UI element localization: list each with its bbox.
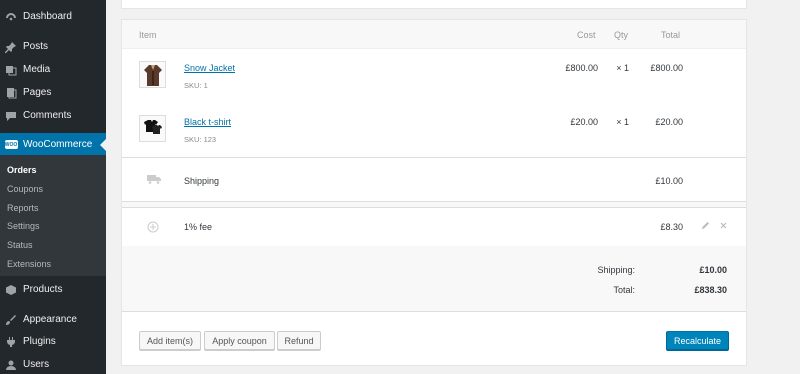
totals-shipping-value: £10.00 [699,265,727,275]
fee-total: £8.30 [660,222,683,232]
pencil-icon[interactable] [701,221,710,232]
menu-label: Products [23,284,63,295]
item-sku: SKU: 1 [184,81,208,90]
menu-label: Users [23,359,50,370]
submenu-status[interactable]: Status [7,240,33,250]
header-cost: Cost [577,30,596,40]
order-totals: Shipping: £10.00 Total: £838.30 [122,246,746,312]
menu-label: Appearance [23,314,77,325]
media-icon [0,64,22,76]
product-thumbnail-tshirt [139,115,166,142]
menu-label: Media [23,64,51,75]
recalculate-button[interactable]: Recalculate [666,331,729,350]
menu-posts[interactable]: Posts [0,35,106,58]
menu-products[interactable]: Products [0,278,106,301]
refund-button[interactable]: Refund [277,331,321,350]
menu-label: Pages [23,87,52,98]
close-icon[interactable] [719,221,728,232]
item-qty: × 1 [616,63,629,73]
item-sku: SKU: 123 [184,135,217,144]
item-qty: × 1 [616,117,629,127]
item-cost: £20.00 [570,117,598,127]
menu-dashboard[interactable]: Dashboard [0,5,106,28]
totals-total-value: £838.30 [694,285,727,295]
menu-woocommerce[interactable]: WOO WooCommerce [0,133,106,156]
table-row: Black t-shirt SKU: 123 £20.00 × 1 £20.00 [122,103,746,157]
add-items-button[interactable]: Add item(s) [139,331,201,350]
dashboard-icon [0,11,22,23]
menu-media[interactable]: Media [0,58,106,81]
woocommerce-submenu: Orders Coupons Reports Settings Status E… [0,155,106,276]
truck-icon [147,174,161,186]
totals-shipping-label: Shipping: [597,265,635,275]
fee-label: 1% fee [184,222,213,232]
menu-users[interactable]: Users [0,353,106,374]
shipping-total: £10.00 [655,176,683,186]
pin-icon [0,41,22,53]
products-icon [0,284,22,296]
submenu-extensions[interactable]: Extensions [7,259,51,269]
woo-icon: WOO [0,140,22,149]
product-thumbnail-jacket [139,61,166,88]
menu-plugins[interactable]: Plugins [0,330,106,353]
totals-total-label: Total: [613,285,635,295]
plus-circle-icon [147,221,159,235]
shipping-row: Shipping £10.00 [122,157,746,202]
submenu-settings[interactable]: Settings [7,221,40,231]
menu-appearance[interactable]: Appearance [0,308,106,331]
plugin-icon [0,336,22,348]
item-cost: £800.00 [565,63,598,73]
menu-label: Comments [23,110,72,121]
submenu-coupons[interactable]: Coupons [7,184,43,194]
item-name-link[interactable]: Snow Jacket [184,63,235,73]
menu-label: Posts [23,41,49,52]
header-item: Item [139,30,157,40]
table-row: Snow Jacket SKU: 1 £800.00 × 1 £800.00 [122,49,746,103]
comment-icon [0,110,22,122]
submenu-reports[interactable]: Reports [7,203,39,213]
items-table-header: Item Cost Qty Total [122,20,746,49]
appearance-icon [0,314,22,326]
woo-badge: WOO [4,140,18,149]
item-total: £20.00 [655,117,683,127]
fee-row: 1% fee £8.30 [122,207,746,247]
header-total: Total [661,30,681,40]
order-items-panel: Item Cost Qty Total Snow Jacket SKU: 1 £… [121,19,747,366]
submenu-orders[interactable]: Orders [7,165,37,175]
item-name-link[interactable]: Black t-shirt [184,117,231,127]
item-total: £800.00 [650,63,683,73]
menu-label: Plugins [23,336,56,347]
admin-sidebar: Dashboard Posts Media Pages Comments WOO… [0,0,106,374]
menu-comments[interactable]: Comments [0,104,106,127]
order-data-panel [121,0,747,9]
users-icon [0,359,22,371]
shipping-label: Shipping [184,176,220,186]
header-qty: Qty [614,30,629,40]
menu-label: WooCommerce [23,139,93,150]
menu-label: Dashboard [23,11,72,22]
menu-pages[interactable]: Pages [0,81,106,104]
pages-icon [0,87,22,99]
apply-coupon-button[interactable]: Apply coupon [204,331,275,350]
